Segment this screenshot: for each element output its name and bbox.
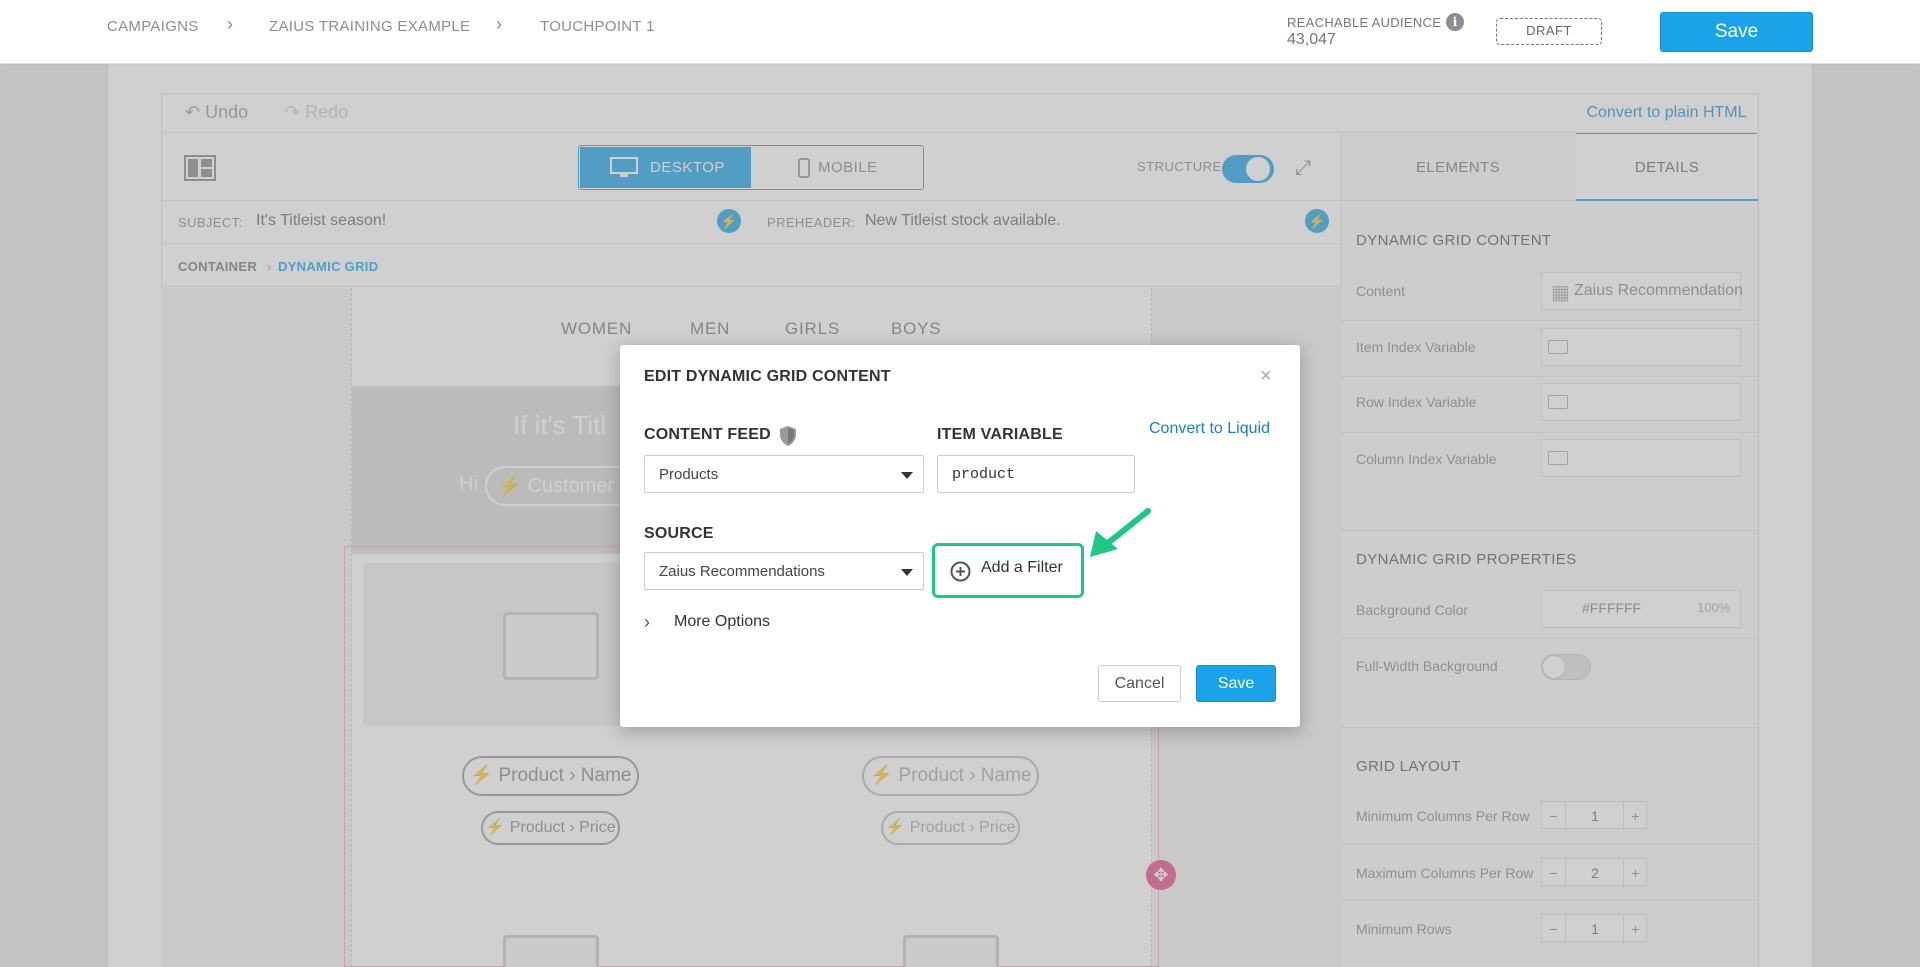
modal-save-button[interactable]: Save <box>1196 665 1276 702</box>
close-icon[interactable]: × <box>1260 365 1272 388</box>
more-options-toggle[interactable]: More Options <box>674 613 770 631</box>
breadcrumb-touchpoint: TOUCHPOINT 1 <box>540 18 655 35</box>
reachable-audience-label: REACHABLE AUDIENCE <box>1287 15 1442 30</box>
chevron-right-icon: › <box>496 14 502 34</box>
caret-down-icon <box>901 569 913 576</box>
caret-down-icon <box>901 472 913 479</box>
breadcrumb-campaigns[interactable]: CAMPAIGNS <box>107 18 199 35</box>
add-filter-button[interactable]: Add a Filter <box>981 559 1063 577</box>
item-variable-label: ITEM VARIABLE <box>937 426 1063 443</box>
content-feed-value: Products <box>659 466 719 483</box>
reachable-audience-value: 43,047 <box>1287 31 1336 48</box>
chevron-right-icon[interactable]: › <box>644 612 650 633</box>
content-feed-select[interactable]: Products <box>644 455 924 493</box>
status-badge: DRAFT <box>1496 18 1602 45</box>
info-icon[interactable]: i <box>1446 13 1464 31</box>
modal-title: EDIT DYNAMIC GRID CONTENT <box>644 368 891 385</box>
source-label: SOURCE <box>644 525 714 542</box>
breadcrumb-campaign[interactable]: ZAIUS TRAINING EXAMPLE <box>269 18 470 35</box>
content-feed-label: CONTENT FEED <box>644 426 771 443</box>
source-select[interactable]: Zaius Recommendations <box>644 552 924 590</box>
plus-circle-icon <box>950 561 971 582</box>
shield-icon[interactable] <box>778 425 798 447</box>
save-button[interactable]: Save <box>1660 12 1813 52</box>
top-header: CAMPAIGNS › ZAIUS TRAINING EXAMPLE › TOU… <box>0 0 1920 64</box>
convert-to-liquid-link[interactable]: Convert to Liquid <box>1149 420 1270 438</box>
chevron-right-icon: › <box>227 14 233 34</box>
source-value: Zaius Recommendations <box>659 563 825 580</box>
edit-dynamic-grid-modal: EDIT DYNAMIC GRID CONTENT × CONTENT FEED… <box>620 345 1300 727</box>
arrow-annotation-icon <box>1090 508 1151 557</box>
cancel-button[interactable]: Cancel <box>1098 665 1181 702</box>
item-variable-input[interactable] <box>937 455 1135 493</box>
